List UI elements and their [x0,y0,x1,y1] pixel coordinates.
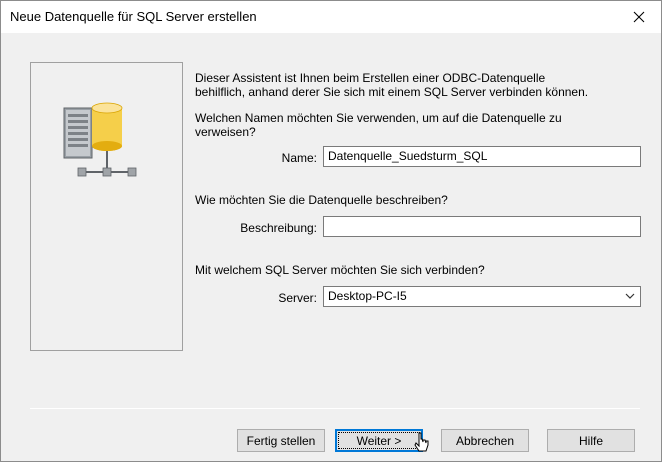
name-label: Name: [281,151,317,165]
next-button-label: Weiter > [356,433,402,448]
divider [30,408,640,409]
help-button-label: Hilfe [578,433,603,448]
finish-button-label: Fertig stellen [246,433,316,448]
intro-text: Dieser Assistent ist Ihnen beim Erstelle… [195,71,588,99]
wizard-image-panel [30,62,183,351]
description-question: Wie möchten Sie die Datenquelle beschrei… [195,193,448,207]
description-label: Beschreibung: [240,221,317,235]
intro-line-2: behilflich, anhand derer Sie sich mit ei… [195,85,589,99]
close-icon [633,11,645,23]
next-button[interactable]: Weiter > [335,429,423,452]
name-question-line-2: verweisen? [195,125,256,139]
server-label: Server: [278,291,317,305]
chevron-down-icon [625,293,635,299]
window-title: Neue Datenquelle für SQL Server erstelle… [10,9,257,24]
cancel-button[interactable]: Abbrechen [441,429,529,452]
name-question: Welchen Namen möchten Sie verwenden, um … [195,111,562,139]
name-question-line-1: Welchen Namen möchten Sie verwenden, um … [195,111,562,125]
server-select[interactable]: Desktop-PC-I5 [323,286,641,307]
database-server-icon [63,102,137,177]
name-field[interactable]: Datenquelle_Suedsturm_SQL [323,146,641,167]
description-field[interactable] [323,216,641,237]
dialog-window: Neue Datenquelle für SQL Server erstelle… [0,0,662,462]
intro-line-1: Dieser Assistent ist Ihnen beim Erstelle… [195,71,546,85]
server-question: Mit welchem SQL Server möchten Sie sich … [195,263,485,277]
title-bar: Neue Datenquelle für SQL Server erstelle… [1,1,661,33]
finish-button[interactable]: Fertig stellen [237,429,325,452]
close-button[interactable] [617,1,661,33]
mouse-cursor-icon [414,432,429,452]
cancel-button-label: Abbrechen [455,433,515,448]
help-button[interactable]: Hilfe [547,429,635,452]
server-select-value: Desktop-PC-I5 [328,289,407,303]
